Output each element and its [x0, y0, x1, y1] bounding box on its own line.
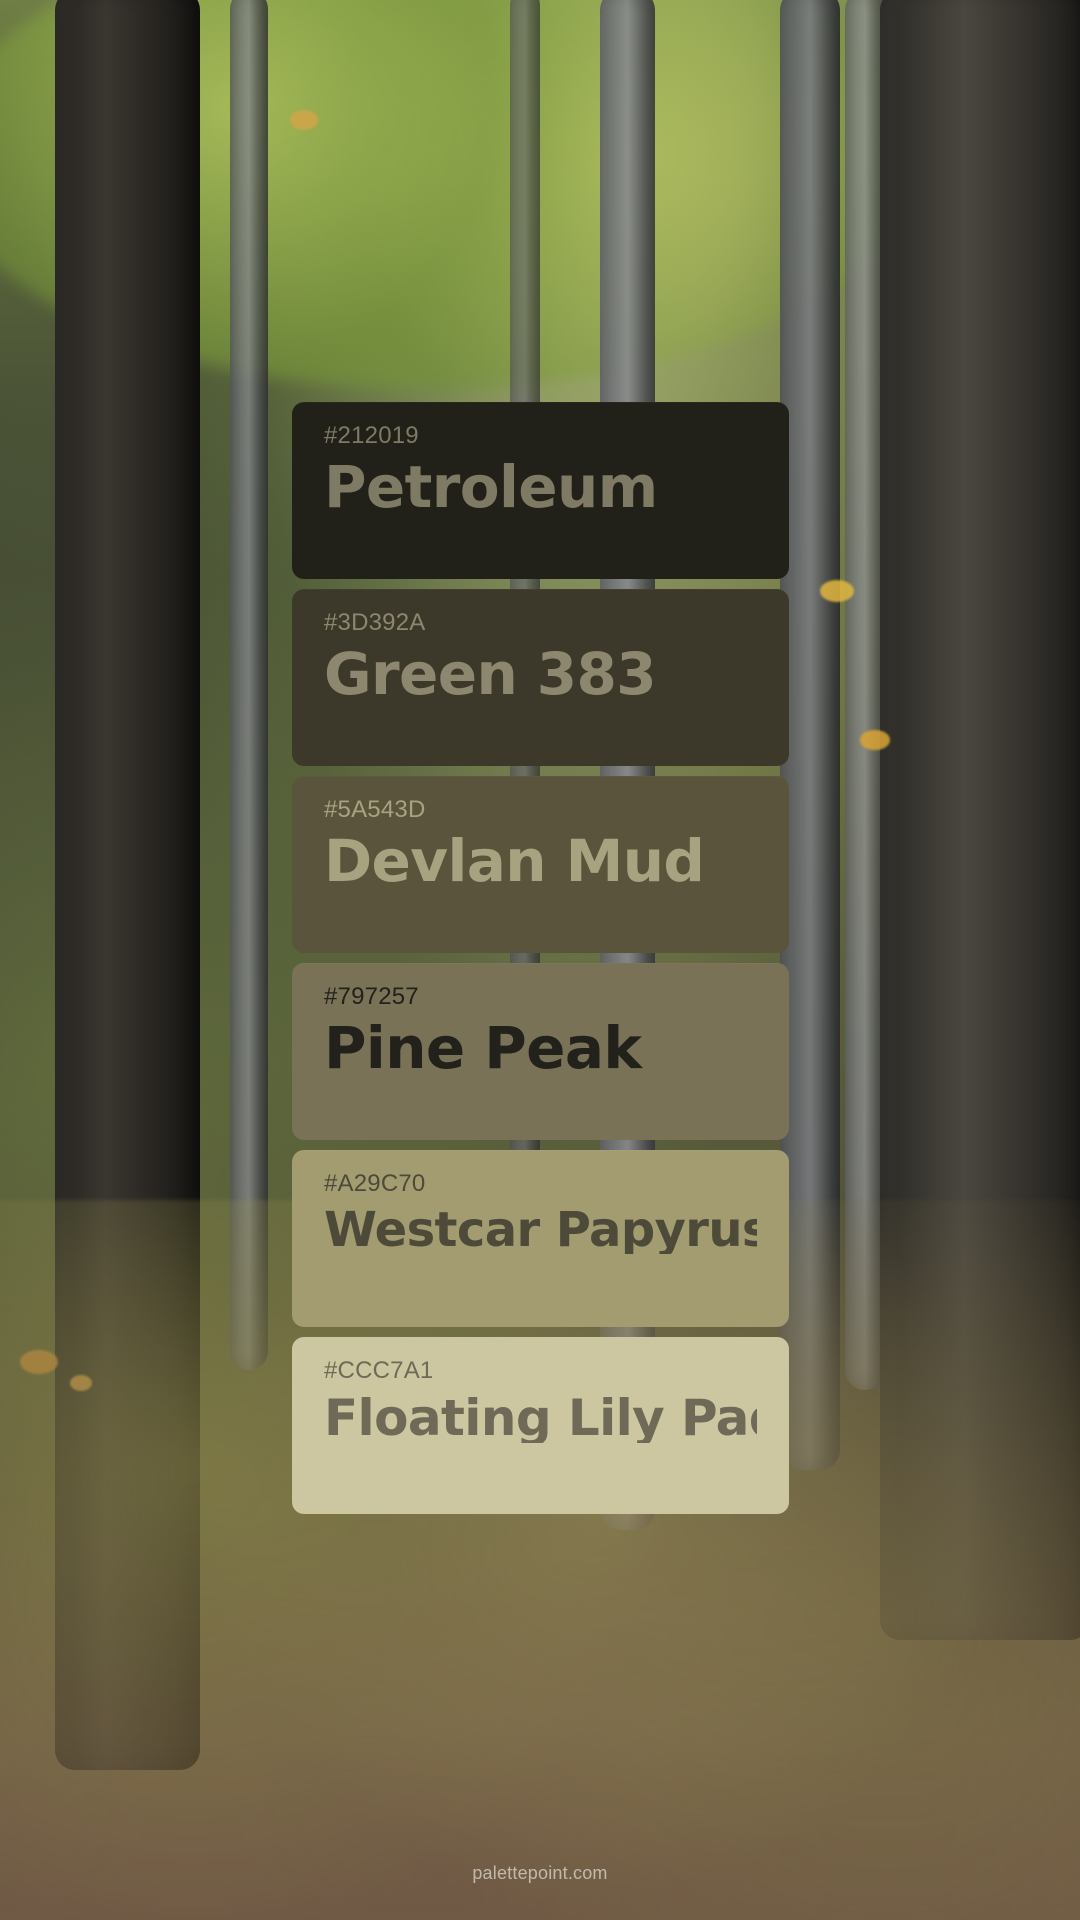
color-name: Pine Peak — [324, 1019, 642, 1077]
color-name: Devlan Mud — [324, 832, 705, 890]
site-watermark: palettepoint.com — [472, 1863, 608, 1883]
swatch-card: #CCC7A1 Floating Lily Pad — [292, 1337, 789, 1514]
hex-code: #CCC7A1 — [324, 1357, 434, 1384]
color-name: Floating Lily Pad — [324, 1393, 757, 1443]
hex-code: #A29C70 — [324, 1170, 426, 1197]
hex-code: #5A543D — [324, 796, 426, 823]
swatch-card: #A29C70 Westcar Papyrus — [292, 1150, 789, 1327]
leaf-accent — [860, 730, 890, 750]
hex-code: #212019 — [324, 422, 419, 449]
leaf-accent — [820, 580, 854, 602]
color-name: Westcar Papyrus — [324, 1206, 757, 1254]
swatch-card: #3D392A Green 383 — [292, 589, 789, 766]
color-name: Petroleum — [324, 458, 658, 516]
hex-code: #797257 — [324, 983, 419, 1010]
color-name: Green 383 — [324, 645, 657, 703]
swatch-card: #797257 Pine Peak — [292, 963, 789, 1140]
palette-poster: #212019 Petroleum #3D392A Green 383 #5A5… — [0, 0, 1080, 1920]
hex-code: #3D392A — [324, 609, 426, 636]
swatch-card: #212019 Petroleum — [292, 402, 789, 579]
color-palette: #212019 Petroleum #3D392A Green 383 #5A5… — [292, 402, 789, 1514]
tree-trunk — [230, 0, 268, 1370]
leaf-accent — [290, 110, 318, 130]
tree-trunk — [845, 0, 885, 1390]
swatch-card: #5A543D Devlan Mud — [292, 776, 789, 953]
